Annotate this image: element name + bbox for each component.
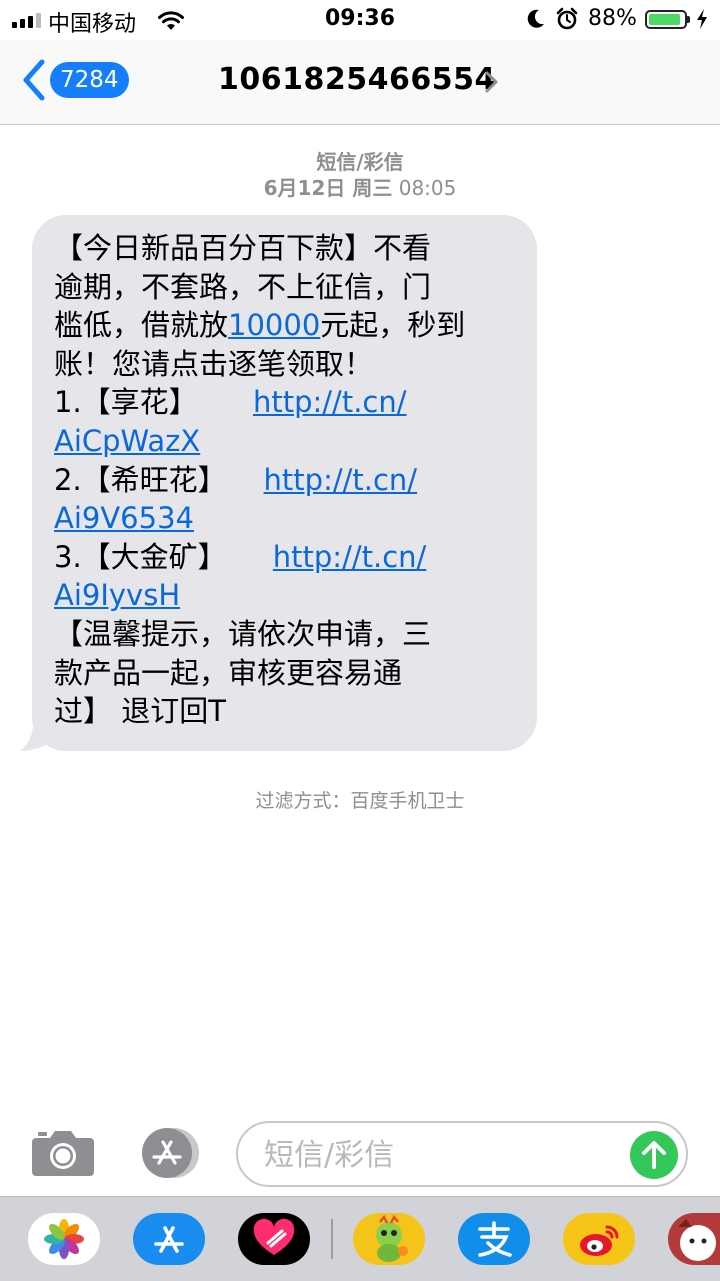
moon-icon bbox=[527, 9, 544, 28]
filter-notice: 过滤方式：百度手机卫士 bbox=[255, 790, 465, 812]
url-link-2-cont[interactable]: Ai9V6534 bbox=[54, 501, 194, 535]
url-link-3-cont[interactable]: Ai9IyvsH bbox=[54, 578, 180, 612]
url-link-2[interactable]: http://t.cn/ bbox=[264, 463, 418, 497]
status-bar: 中国移动 09:36 88% bbox=[0, 0, 720, 40]
message-line: 2.【希旺花】 http://t.cn/ bbox=[54, 462, 418, 497]
back-chevron-icon[interactable] bbox=[20, 58, 50, 102]
dragon-sticker-app-icon[interactable] bbox=[353, 1213, 425, 1265]
message-input[interactable] bbox=[262, 1133, 626, 1177]
battery-icon bbox=[645, 10, 690, 29]
message-line: 逾期，不套路，不上征信，门 bbox=[54, 269, 432, 304]
camera-icon[interactable] bbox=[30, 1128, 96, 1178]
message-input-field[interactable] bbox=[236, 1121, 688, 1187]
conversation-header: 7284 1061825466554 bbox=[0, 40, 720, 125]
arrow-up-icon bbox=[642, 1141, 666, 1169]
digital-touch-app-icon[interactable] bbox=[238, 1213, 310, 1265]
drawer-divider bbox=[331, 1219, 333, 1259]
message-line: 3.【大金矿】 http://t.cn/ bbox=[54, 539, 427, 574]
message-time: 08:05 bbox=[398, 176, 457, 200]
weibo-app-icon[interactable] bbox=[563, 1213, 635, 1265]
app-store-icon[interactable] bbox=[134, 1126, 204, 1180]
battery-percent: 88% bbox=[588, 6, 637, 31]
message-line: 槛低，借就放10000元起，秒到 bbox=[54, 308, 466, 343]
message-type-label: 短信/彩信 bbox=[316, 150, 404, 174]
charging-icon bbox=[697, 9, 707, 29]
message-line: AiCpWazX bbox=[54, 422, 513, 461]
message-line: 过】 退订回T bbox=[54, 694, 226, 729]
amount-link[interactable]: 10000 bbox=[228, 308, 320, 342]
message-line: 账！您请点击逐笔领取！ bbox=[54, 346, 374, 381]
app-store-app-icon[interactable] bbox=[133, 1213, 205, 1265]
message-line: 1.【享花】 http://t.cn/ bbox=[54, 385, 407, 420]
message-bubble[interactable]: 【今日新品百分百下款】不看 逾期，不套路，不上征信，门 槛低，借就放10000元… bbox=[20, 215, 540, 751]
message-line: 【温馨提示，请依次申请，三 bbox=[54, 616, 432, 651]
url-link-1-cont[interactable]: AiCpWazX bbox=[54, 424, 200, 458]
contact-title[interactable]: 1061825466554 bbox=[218, 62, 496, 97]
app-drawer bbox=[0, 1196, 720, 1281]
message-date: 6月12日 周三 bbox=[263, 176, 393, 200]
url-link-3[interactable]: http://t.cn/ bbox=[273, 540, 427, 574]
message-body: 【今日新品百分百下款】不看 逾期，不套路，不上征信，门 槛低，借就放10000元… bbox=[32, 215, 537, 751]
alipay-app-icon[interactable] bbox=[458, 1213, 530, 1265]
message-timestamp: 6月12日 周三 08:05 bbox=[0, 172, 720, 201]
message-line: 【今日新品百分百下款】不看 bbox=[54, 231, 432, 265]
message-line: 款产品一起，审核更容易通 bbox=[54, 655, 403, 690]
alarm-icon bbox=[556, 7, 578, 30]
url-link-1[interactable]: http://t.cn/ bbox=[253, 385, 407, 419]
message-line: Ai9V6534 bbox=[54, 499, 513, 538]
cartoon-sticker-app-icon[interactable] bbox=[668, 1213, 720, 1265]
chevron-right-icon[interactable] bbox=[484, 70, 500, 94]
message-line: Ai9IyvsH bbox=[54, 576, 513, 615]
unread-count-badge[interactable]: 7284 bbox=[50, 62, 129, 98]
photos-app-icon[interactable] bbox=[28, 1213, 100, 1265]
send-button[interactable] bbox=[630, 1131, 678, 1179]
